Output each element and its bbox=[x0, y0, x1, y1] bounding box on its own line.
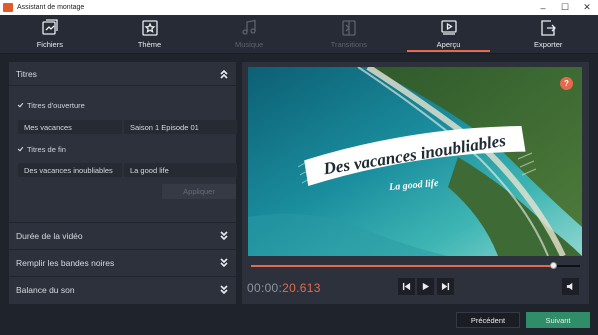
ending-subtitle-field[interactable]: La good life bbox=[124, 163, 237, 177]
tab-label: Exporter bbox=[534, 40, 563, 49]
section-label: Balance du son bbox=[16, 285, 75, 295]
timeline-handle[interactable] bbox=[549, 262, 557, 269]
music-note-icon bbox=[242, 19, 256, 35]
beach-aerial-image: Des vacances inoubliables La good life bbox=[248, 67, 582, 256]
skip-forward-icon bbox=[441, 282, 450, 291]
wizard-footer: Précédent Suivant bbox=[0, 307, 598, 335]
section-fill-black-bars[interactable]: Remplir les bandes noires bbox=[9, 249, 236, 276]
opening-title-fields: Mes vacances Saison 1 Episode 01 bbox=[18, 120, 237, 134]
opening-subtitle-field[interactable]: Saison 1 Episode 01 bbox=[124, 120, 237, 134]
window-controls: – ☐ ✕ bbox=[532, 0, 598, 15]
maximize-button[interactable]: ☐ bbox=[554, 0, 576, 15]
section-label: Remplir les bandes noires bbox=[16, 258, 115, 268]
section-video-duration[interactable]: Durée de la vidéo bbox=[9, 222, 236, 249]
skip-forward-button[interactable] bbox=[437, 278, 454, 295]
app-logo-icon bbox=[3, 3, 13, 12]
files-icon bbox=[42, 19, 58, 35]
tab-label: Musique bbox=[235, 40, 264, 49]
tab-exporter[interactable]: Exporter bbox=[498, 15, 598, 53]
preview-play-icon bbox=[440, 20, 457, 35]
titles-section-title: Titres bbox=[16, 68, 37, 79]
preview-panel: Des vacances inoubliables La good life ?… bbox=[242, 62, 589, 304]
window-titlebar: Assistant de montage – ☐ ✕ bbox=[0, 0, 598, 15]
opening-titles-label: Titres d'ouverture bbox=[27, 101, 85, 110]
window-title: Assistant de montage bbox=[17, 4, 85, 11]
tab-fichiers[interactable]: Fichiers bbox=[0, 15, 100, 53]
ending-titles-label: Titres de fin bbox=[27, 145, 66, 154]
titles-section-header[interactable]: Titres bbox=[9, 62, 236, 86]
skip-back-icon bbox=[402, 282, 411, 291]
timecode-active: 20.613 bbox=[282, 281, 321, 295]
ending-titles-checkbox[interactable]: Titres de fin bbox=[17, 145, 66, 154]
ending-title-fields: Des vacances inoubliables La good life bbox=[18, 163, 237, 177]
export-icon bbox=[541, 20, 557, 36]
wizard-tabs: Fichiers Thème Musique Transitions Aperç… bbox=[0, 15, 598, 54]
play-icon bbox=[422, 282, 430, 291]
speaker-icon bbox=[566, 282, 573, 291]
tab-theme[interactable]: Thème bbox=[100, 15, 200, 53]
checkmark-icon bbox=[17, 146, 24, 153]
help-button[interactable]: ? bbox=[560, 77, 573, 90]
checkmark-icon bbox=[17, 102, 24, 109]
close-button[interactable]: ✕ bbox=[576, 0, 598, 15]
volume-button[interactable] bbox=[562, 278, 579, 295]
tab-label: Thème bbox=[137, 40, 162, 49]
playback-timeline[interactable] bbox=[251, 262, 580, 269]
ending-title-field[interactable]: Des vacances inoubliables bbox=[18, 163, 122, 177]
tab-label: Fichiers bbox=[36, 40, 63, 49]
section-label: Durée de la vidéo bbox=[16, 231, 83, 241]
theme-star-icon bbox=[141, 20, 158, 36]
settings-panel: Titres Titres d'ouverture Mes vacances S… bbox=[9, 62, 237, 304]
timeline-progress bbox=[251, 265, 554, 267]
section-sound-balance[interactable]: Balance du son bbox=[9, 276, 236, 303]
tab-musique[interactable]: Musique bbox=[199, 15, 299, 53]
tab-apercu[interactable]: Aperçu bbox=[399, 15, 499, 53]
timecode: 00:00:20.613 bbox=[247, 281, 321, 295]
chevron-down-icon bbox=[220, 285, 228, 295]
previous-button[interactable]: Précédent bbox=[456, 312, 520, 328]
tab-label: Aperçu bbox=[436, 40, 461, 49]
timecode-static: 00:00: bbox=[247, 281, 283, 295]
transitions-icon bbox=[342, 20, 356, 36]
chevron-up-icon[interactable] bbox=[219, 69, 229, 79]
tab-label: Transitions bbox=[330, 40, 368, 49]
video-preview[interactable]: Des vacances inoubliables La good life ? bbox=[248, 67, 582, 256]
opening-title-field[interactable]: Mes vacances bbox=[18, 120, 122, 134]
titles-section-body: Titres d'ouverture Mes vacances Saison 1… bbox=[9, 86, 237, 222]
apply-button[interactable]: Appliquer bbox=[162, 184, 236, 199]
play-button[interactable] bbox=[417, 278, 434, 295]
tab-transitions[interactable]: Transitions bbox=[299, 15, 399, 53]
chevron-down-icon bbox=[220, 231, 228, 241]
skip-back-button[interactable] bbox=[398, 278, 415, 295]
minimize-button[interactable]: – bbox=[532, 0, 554, 15]
next-button[interactable]: Suivant bbox=[526, 312, 590, 328]
chevron-down-icon bbox=[220, 258, 228, 268]
opening-titles-checkbox[interactable]: Titres d'ouverture bbox=[17, 101, 85, 110]
